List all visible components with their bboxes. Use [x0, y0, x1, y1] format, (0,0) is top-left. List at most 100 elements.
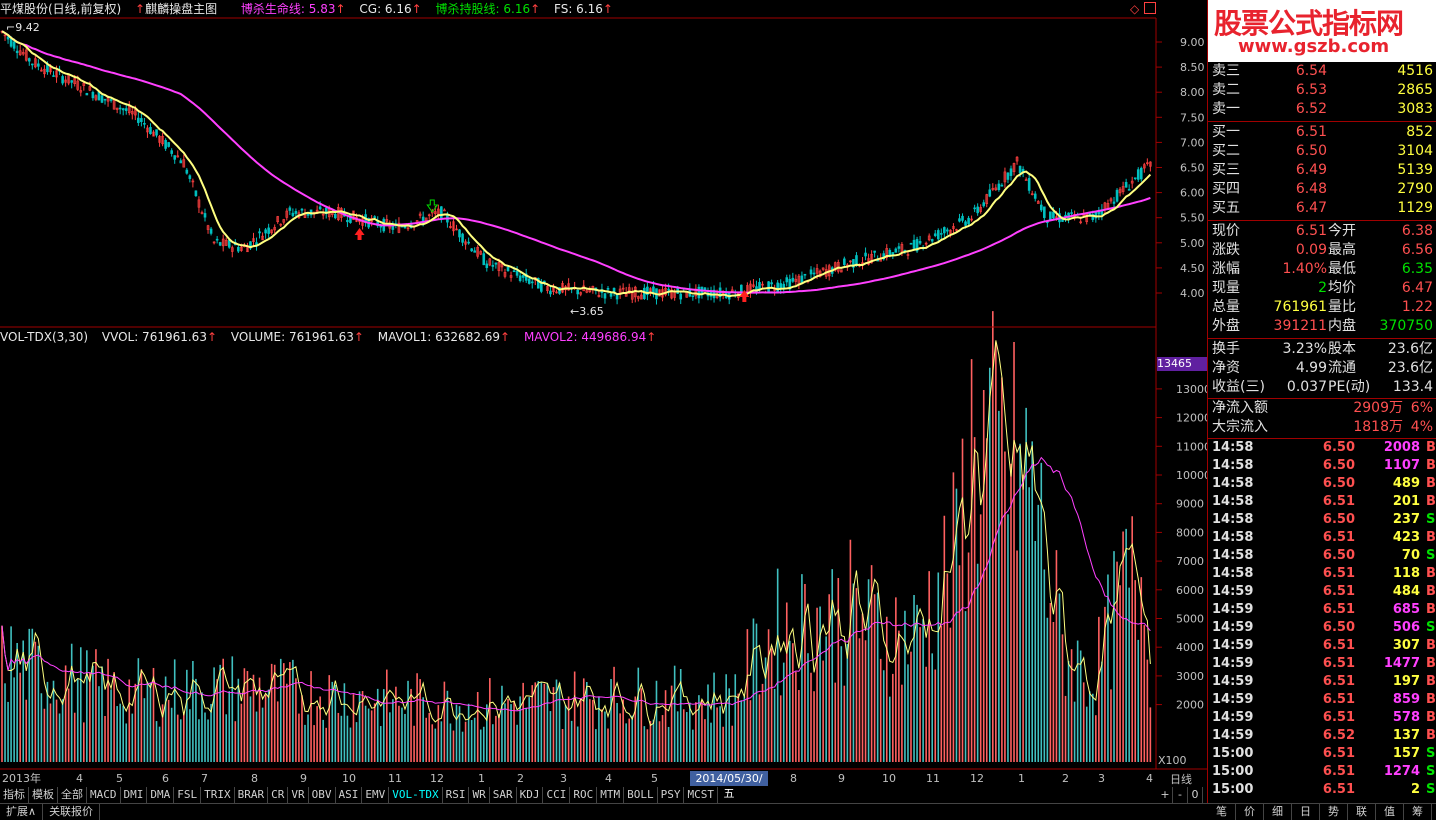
- price-tick-label: 5.50: [1180, 212, 1205, 225]
- candle-body: [209, 228, 213, 234]
- order-book-buy-row[interactable]: 买五 6.47 1129: [1210, 199, 1436, 218]
- candle-body: [288, 207, 292, 211]
- tab-模板[interactable]: 模板: [29, 787, 58, 803]
- tab-cr[interactable]: CR: [268, 787, 289, 803]
- candle-body: [485, 263, 489, 269]
- panel-tab[interactable]: 笔: [1208, 804, 1236, 820]
- tick-price: 6.51: [1322, 566, 1355, 581]
- x-axis-tick-label: 1: [1018, 772, 1025, 785]
- tab-cci[interactable]: CCI: [543, 787, 571, 803]
- panel-tab[interactable]: 势: [1320, 804, 1348, 820]
- order-volume: 852: [1406, 124, 1433, 140]
- tab-mtm[interactable]: MTM: [597, 787, 625, 803]
- bottom-left-tab[interactable]: 扩展∧: [0, 804, 44, 820]
- candle-body: [267, 227, 270, 234]
- order-price: 6.52: [1295, 101, 1327, 117]
- tab-vol-tdx[interactable]: VOL-TDX: [389, 787, 443, 803]
- candle-body: [864, 252, 867, 257]
- tab-psy[interactable]: PSY: [658, 787, 685, 803]
- tick-volume: 201: [1392, 494, 1420, 509]
- order-book-sell-row[interactable]: 卖一 6.52 3083: [1210, 100, 1436, 119]
- order-volume: 1129: [1397, 200, 1433, 216]
- order-book-sell-row[interactable]: 卖三 6.54 4516: [1210, 62, 1436, 81]
- panel-tab[interactable]: 细: [1264, 804, 1292, 820]
- candle-body: [294, 210, 298, 214]
- tab-全部[interactable]: 全部: [58, 787, 87, 803]
- tab-sar[interactable]: SAR: [490, 787, 517, 803]
- volume-indicator-name[interactable]: VOL-TDX(3,30): [0, 330, 88, 344]
- candle-body: [958, 218, 961, 222]
- candle-body: [800, 275, 804, 284]
- order-label: 买五: [1212, 200, 1240, 216]
- finance-value: 23.6亿: [1387, 341, 1433, 357]
- x-axis-tick-label: 6: [162, 772, 169, 785]
- candle-body: [470, 248, 473, 252]
- order-book-buy-row[interactable]: 买四 6.48 2790: [1210, 180, 1436, 199]
- panel-tab[interactable]: 日: [1292, 804, 1320, 820]
- volume-title-bar: VOL-TDX(3,30) VVOL: 761961.63↑ VOLUME: 7…: [0, 329, 1156, 345]
- candle-body: [318, 206, 322, 210]
- tick-volume: 237: [1392, 512, 1420, 527]
- order-volume: 2865: [1397, 82, 1433, 98]
- order-book-buy-row[interactable]: 买二 6.50 3104: [1210, 142, 1436, 161]
- up-arrow-icon: ↑: [646, 330, 657, 344]
- candle-body: [170, 150, 173, 154]
- money-flow-row: 大宗流入 1818万 4%: [1210, 418, 1436, 437]
- tab-fsl[interactable]: FSL: [174, 787, 202, 803]
- tab-指标[interactable]: 指标: [0, 787, 29, 803]
- finance-value: 23.6亿: [1387, 360, 1433, 376]
- order-price: 6.48: [1295, 181, 1327, 197]
- tab-dmi[interactable]: DMI: [121, 787, 148, 803]
- price-tick-label: 7.00: [1180, 136, 1205, 149]
- bottom-left-tab[interactable]: 关联报价: [43, 804, 101, 820]
- candle-body: [1039, 204, 1043, 211]
- candle-body: [1088, 213, 1092, 215]
- tab-wr[interactable]: WR: [469, 787, 490, 803]
- high-price-label: ⌐9.42: [6, 21, 40, 34]
- close-box-icon[interactable]: [1144, 2, 1156, 14]
- tab-asi[interactable]: ASI: [336, 787, 363, 803]
- candle-body: [888, 249, 892, 256]
- order-label: 买四: [1212, 181, 1240, 197]
- panel-tab[interactable]: 联: [1348, 804, 1376, 820]
- zoom-button[interactable]: +: [1158, 787, 1173, 803]
- panel-tab[interactable]: 筹: [1404, 804, 1432, 820]
- tick-volume: 1107: [1383, 458, 1420, 473]
- x-axis-tick-label: 4: [76, 772, 83, 785]
- order-book-buy-row[interactable]: 买一 6.51 852: [1210, 123, 1436, 142]
- zoom-button[interactable]: 0: [1188, 787, 1203, 803]
- tab-obv[interactable]: OBV: [309, 787, 336, 803]
- candle-body: [373, 216, 376, 218]
- tab-boll[interactable]: BOLL: [624, 787, 658, 803]
- quote-value: 1.40%: [1282, 261, 1327, 277]
- tab-macd[interactable]: MACD: [87, 787, 121, 803]
- candle-body: [443, 209, 446, 212]
- order-book-buy-row[interactable]: 买三 6.49 5139: [1210, 161, 1436, 180]
- tab-kdj[interactable]: KDJ: [517, 787, 544, 803]
- panel-tab[interactable]: 价: [1236, 804, 1264, 820]
- panel-tab[interactable]: 值: [1376, 804, 1404, 820]
- candle-body: [936, 230, 940, 240]
- tab-vr[interactable]: VR: [288, 787, 309, 803]
- tab-dma[interactable]: DMA: [147, 787, 175, 803]
- zoom-button[interactable]: -: [1173, 787, 1188, 803]
- tab-roc[interactable]: ROC: [570, 787, 598, 803]
- candle-body: [118, 107, 122, 110]
- up-arrow-icon: ↑: [353, 330, 364, 344]
- chart-canvas[interactable]: 9.00 8.50 8.00 7.50 7.00 6.50 6.00 5.50 5.00 4.50…: [0, 0, 1207, 787]
- tab-emv[interactable]: EMV: [362, 787, 390, 803]
- order-book-sell-row[interactable]: 卖二 6.53 2865: [1210, 81, 1436, 100]
- candle-body: [791, 277, 795, 282]
- tick-time: 14:58: [1212, 548, 1254, 563]
- period-label[interactable]: 日线: [1170, 771, 1192, 787]
- quote-row: 涨跌 0.09 最高 6.56: [1210, 241, 1436, 260]
- diamond-icon[interactable]: ◇: [1130, 2, 1139, 16]
- quote-value: 6.56: [1401, 242, 1433, 258]
- tab-rsi[interactable]: RSI: [443, 787, 470, 803]
- tab-trix[interactable]: TRIX: [201, 787, 235, 803]
- order-volume: 4516: [1397, 63, 1433, 79]
- tab-brar[interactable]: BRAR: [235, 787, 269, 803]
- candle-body: [27, 58, 31, 62]
- finance-value: 0.037: [1286, 379, 1327, 395]
- tab-mcst[interactable]: MCST: [684, 787, 718, 803]
